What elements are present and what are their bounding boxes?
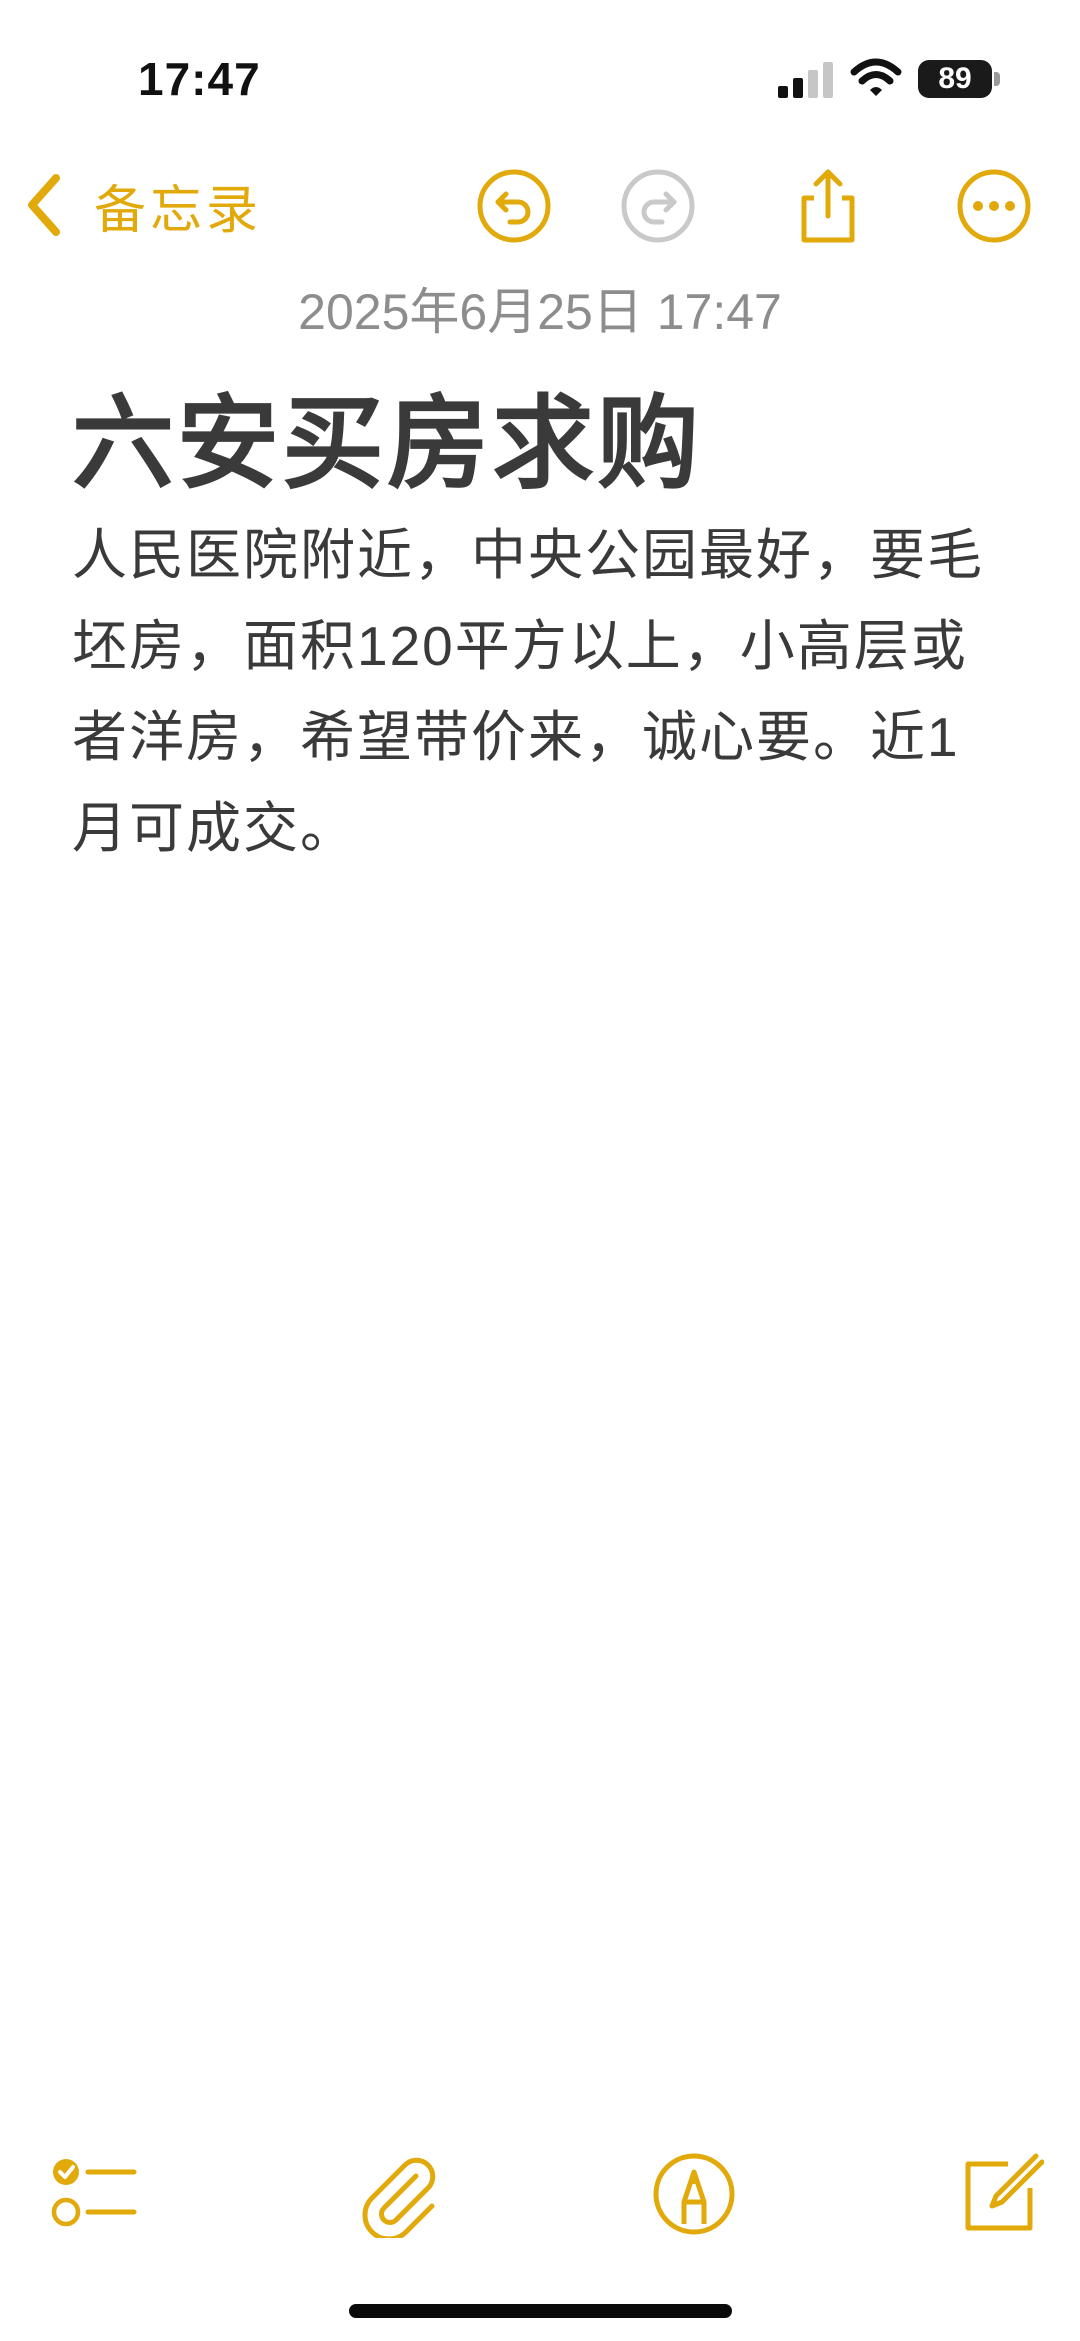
status-time: 17:47	[138, 53, 261, 105]
home-indicator[interactable]	[349, 2304, 732, 2318]
share-button[interactable]	[790, 168, 866, 244]
redo-icon	[621, 169, 695, 243]
battery-tip	[994, 72, 1000, 86]
attachment-icon	[362, 2157, 436, 2242]
checklist-button[interactable]	[50, 2150, 138, 2238]
markup-icon	[653, 2153, 735, 2235]
note-title[interactable]: 六安买房求购	[72, 362, 702, 509]
back-label: 备忘录	[94, 181, 263, 240]
battery-indicator: 89	[918, 60, 992, 98]
compose-button[interactable]	[956, 2150, 1045, 2238]
undo-button[interactable]	[476, 168, 552, 244]
compose-icon	[965, 2153, 1045, 2231]
attachment-button[interactable]	[354, 2150, 442, 2242]
markup-button[interactable]	[650, 2150, 738, 2238]
share-icon	[801, 169, 855, 243]
redo-button[interactable]	[620, 168, 696, 244]
note-date: 2025年6月25日 17:47	[298, 284, 782, 340]
battery-level: 89	[938, 62, 972, 95]
signal-icon	[778, 62, 833, 98]
chevron-left-icon	[28, 174, 60, 236]
more-button[interactable]	[956, 168, 1032, 244]
undo-icon	[477, 169, 551, 243]
note-body[interactable]: 人民医院附近，中央公园最好，要毛坯房，面积120平方以上，小高层或者洋房，希望带…	[72, 510, 1012, 874]
wifi-icon	[850, 58, 902, 96]
back-button[interactable]: 备忘录	[24, 170, 262, 240]
checklist-icon	[51, 2159, 137, 2227]
more-icon	[957, 169, 1031, 243]
